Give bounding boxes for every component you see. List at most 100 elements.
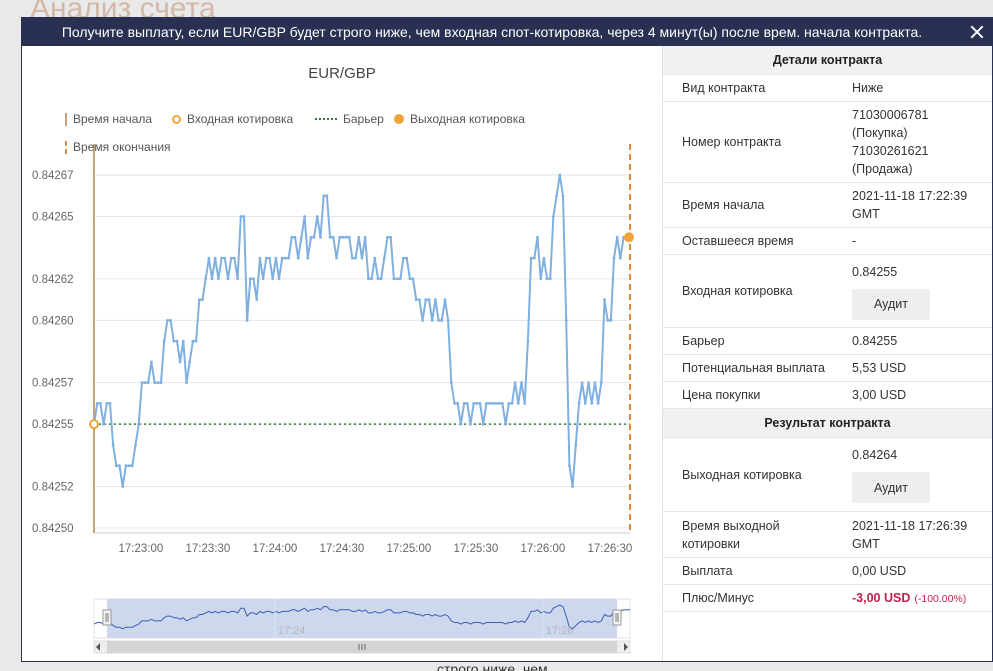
row-label: Время начала (682, 198, 765, 212)
navigator-handle[interactable] (102, 609, 112, 626)
row-label: Оставшееся время (682, 234, 794, 248)
price-point (574, 443, 578, 447)
price-point (166, 319, 169, 322)
legend-barrier[interactable]: Барьер (315, 112, 384, 126)
details-row: Вид контракта Ниже (663, 75, 992, 102)
price-point (405, 256, 409, 260)
price-point (453, 402, 456, 405)
details-row: Время начала 2021-11-18 17:22:39 GMT (663, 183, 992, 228)
legend-exit-spot[interactable]: Выходная котировка (394, 112, 525, 126)
result-row: Выходная котировка 0.84264 Аудит (663, 438, 992, 512)
details-row: Оставшееся время - (663, 228, 992, 255)
y-tick-label: 0.84262 (32, 274, 74, 286)
price-point (130, 464, 134, 468)
price-point (379, 277, 383, 281)
row-label: Барьер (682, 334, 725, 348)
price-point (146, 381, 150, 384)
exit-spot-audit-button[interactable]: Аудит (852, 472, 930, 503)
price-point (99, 402, 102, 405)
row-label: Выплата (682, 564, 733, 578)
exit-spot-value: 0.84264 Аудит (833, 446, 992, 503)
price-point (395, 277, 399, 281)
price-point (290, 235, 294, 239)
y-tick-label: 0.84267 (32, 170, 74, 182)
price-point (185, 381, 188, 384)
y-tick-label: 0.84260 (32, 315, 74, 327)
legend-exit-spot-label: Выходная котировка (410, 112, 525, 126)
legend-start-time[interactable]: Время начала (65, 112, 152, 126)
y-tick-label: 0.84255 (32, 419, 74, 431)
price-point (494, 402, 498, 405)
x-tick-label: 17:25:00 (387, 543, 432, 555)
navigator-handle[interactable] (612, 609, 622, 626)
x-tick-label: 17:24:00 (253, 543, 298, 555)
price-point (398, 277, 402, 281)
price-point (248, 277, 252, 281)
price-point (376, 277, 380, 281)
contract-numbers: 71030006781 (Покупка) 71030261621 (Прода… (833, 106, 992, 178)
price-point (548, 277, 552, 281)
price-point (583, 402, 587, 405)
price-point (552, 215, 555, 218)
price-point (118, 464, 121, 468)
legend-entry-spot[interactable]: Входная котировка (172, 112, 293, 126)
exit-spot-number: 0.84264 (852, 448, 898, 462)
price-point (615, 235, 619, 239)
price-point (580, 381, 584, 384)
price-point (220, 256, 224, 260)
price-point (121, 485, 125, 488)
details-row: Барьер 0.84255 (663, 328, 992, 355)
price-point (542, 256, 546, 260)
x-tick-label: 17:26:30 (588, 543, 633, 555)
entry-spot-audit-button[interactable]: Аудит (852, 288, 930, 320)
price-point (612, 256, 616, 260)
price-point (229, 256, 233, 260)
price-point (504, 422, 507, 426)
price-point (507, 402, 511, 405)
entry-spot-number: 0.84255 (852, 264, 898, 279)
entry-spot-value: 0.84255 Аудит (833, 263, 992, 320)
price-point (571, 485, 574, 488)
price-point (280, 256, 284, 260)
price-point (593, 381, 597, 384)
legend-end-time[interactable]: Время окончания (65, 140, 171, 154)
price-point (127, 464, 131, 468)
price-point (357, 235, 361, 239)
close-icon[interactable] (962, 18, 992, 46)
x-tick-label: 17:24:30 (320, 543, 365, 555)
price-point (465, 402, 469, 405)
price-point (223, 256, 227, 260)
price-point (331, 235, 335, 239)
price-point (306, 256, 310, 260)
contract-number-sell: 71030261621 (852, 144, 929, 158)
price-point (603, 298, 606, 301)
legend-barrier-label: Барьер (343, 112, 384, 126)
price-point (217, 277, 220, 281)
price-point (421, 319, 424, 322)
price-point (201, 298, 204, 301)
entry-spot-marker-icon (172, 114, 181, 124)
price-point (309, 235, 313, 239)
price-point (437, 319, 440, 322)
exit-spot-marker (624, 232, 634, 243)
details-panel: Детали контракта Вид контракта Ниже Номе… (662, 46, 992, 661)
contract-number-buy-note: (Покупка) (852, 126, 908, 140)
entry-spot-marker (89, 419, 99, 430)
price-point (520, 381, 523, 384)
price-point (207, 256, 211, 260)
price-point (268, 256, 271, 260)
row-value: Ниже (852, 81, 884, 95)
start-time-zone: GMT (852, 207, 880, 221)
price-point (513, 381, 517, 384)
navigator-label: 17:26 (546, 625, 574, 637)
price-point (134, 443, 137, 447)
price-point (568, 464, 571, 468)
row-value: 3,00 USD (852, 388, 907, 402)
price-point (510, 402, 514, 405)
start-time-date: 2021-11-18 17:22:39 (852, 189, 968, 203)
price-point (252, 277, 255, 281)
price-point (440, 319, 444, 322)
price-point (424, 298, 428, 301)
price-point (462, 402, 466, 405)
price-chart: EUR/GBP 0.84250 0.84252 0.84255 0.84257 0.842… (32, 65, 634, 654)
